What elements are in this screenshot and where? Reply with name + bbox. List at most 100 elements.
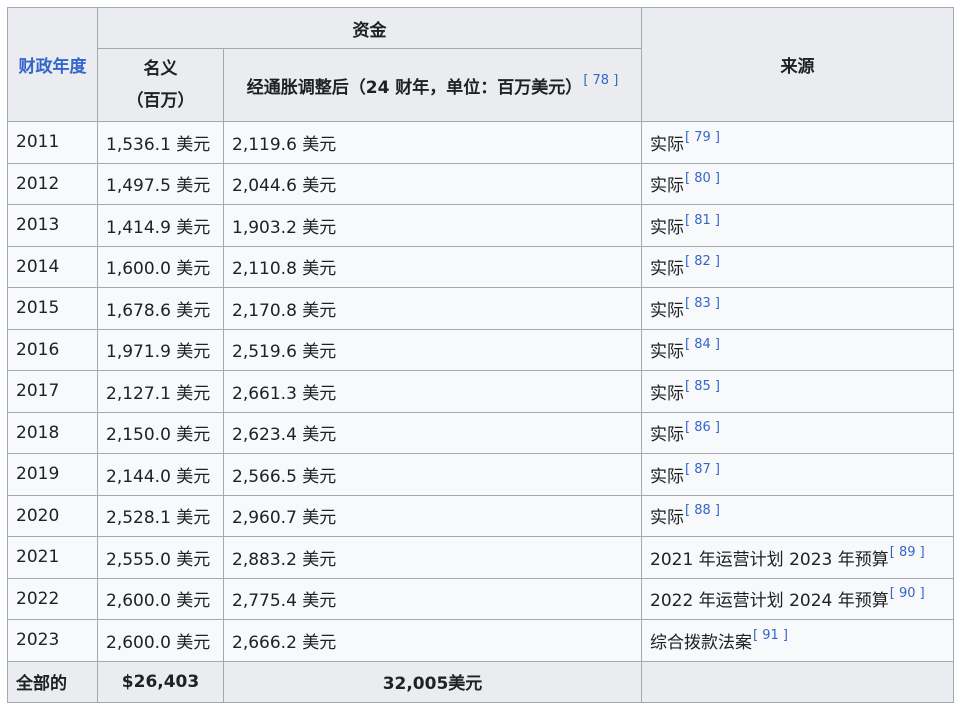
reference-link[interactable]: [ 91 ] [753,628,788,643]
source-text: 实际 [650,383,684,404]
year-cell: 2020 [7,494,98,537]
table-row: 2012 1,497.5 美元 2,044.6 美元 实际[ 80 ] [7,162,954,205]
source-text: 实际 [650,217,684,238]
adjusted-cell: 2,623.4 美元 [223,411,642,454]
table-row: 2016 1,971.9 美元 2,519.6 美元 实际[ 84 ] [7,328,954,371]
adjusted-cell: 2,119.6 美元 [223,121,642,164]
source-text: 2022 年运营计划 2024 年预算 [650,591,889,612]
reference-link[interactable]: [ 88 ] [685,503,720,518]
total-adjusted: 32,005美元 [223,660,642,703]
year-cell: 2013 [7,204,98,247]
adjusted-cell: 2,775.4 美元 [223,577,642,620]
source-cell: 实际[ 82 ] [641,245,954,288]
table-row: 2022 2,600.0 美元 2,775.4 美元 2022 年运营计划 2024 … [7,577,954,620]
adjusted-cell: 2,170.8 美元 [223,287,642,330]
reference-link[interactable]: [ 85 ] [685,379,720,394]
source-cell: 2021 年运营计划 2023 年预算[ 89 ] [641,536,954,579]
table-row: 2021 2,555.0 美元 2,883.2 美元 2021 年运营计划 2023 … [7,536,954,579]
source-cell: 实际[ 83 ] [641,287,954,330]
adjusted-cell: 2,666.2 美元 [223,619,642,662]
table-row: 2013 1,414.9 美元 1,903.2 美元 实际[ 81 ] [7,204,954,247]
source-text: 实际 [650,134,684,155]
table-row: 2023 2,600.0 美元 2,666.2 美元 综合拨款法案[ 91 ] [7,619,954,662]
nominal-cell: 2,144.0 美元 [97,453,224,496]
table-row: 2019 2,144.0 美元 2,566.5 美元 实际[ 87 ] [7,453,954,496]
reference-link[interactable]: [ 83 ] [685,296,720,311]
adjusted-cell: 1,903.2 美元 [223,204,642,247]
year-cell: 2019 [7,453,98,496]
adjusted-cell: 2,044.6 美元 [223,162,642,205]
nominal-cell: 1,414.9 美元 [97,204,224,247]
adjusted-label: 经通胀调整后（24 财年，单位：百万美元） [246,77,583,98]
adjusted-cell: 2,960.7 美元 [223,494,642,537]
year-cell: 2016 [7,328,98,371]
source-text: 实际 [650,508,684,529]
total-source-empty [641,660,954,703]
adjusted-cell: 2,661.3 美元 [223,370,642,413]
table-row: 2017 2,127.1 美元 2,661.3 美元 实际[ 85 ] [7,370,954,413]
table-row: 2018 2,150.0 美元 2,623.4 美元 实际[ 86 ] [7,411,954,454]
nominal-cell: 1,971.9 美元 [97,328,224,371]
table-row: 2015 1,678.6 美元 2,170.8 美元 实际[ 83 ] [7,287,954,330]
reference-link[interactable]: [ 82 ] [685,254,720,269]
year-cell: 2015 [7,287,98,330]
source-cell: 实际[ 84 ] [641,328,954,371]
year-cell: 2014 [7,245,98,288]
nominal-cell: 2,555.0 美元 [97,536,224,579]
source-cell: 综合拨款法案[ 91 ] [641,619,954,662]
reference-link[interactable]: [ 89 ] [890,545,925,560]
source-cell: 实际[ 86 ] [641,411,954,454]
year-cell: 2022 [7,577,98,620]
nominal-cell: 1,678.6 美元 [97,287,224,330]
source-text: 实际 [650,176,684,197]
year-cell: 2011 [7,121,98,164]
reference-link[interactable]: [ 79 ] [685,130,720,145]
nominal-cell: 2,150.0 美元 [97,411,224,454]
reference-link[interactable]: [ 81 ] [685,213,720,228]
adjusted-cell: 2,110.8 美元 [223,245,642,288]
reference-link[interactable]: [ 80 ] [685,171,720,186]
source-text: 实际 [650,466,684,487]
fiscal-year-link[interactable]: 财政年度 [19,57,87,77]
year-cell: 2012 [7,162,98,205]
table-row: 2014 1,600.0 美元 2,110.8 美元 实际[ 82 ] [7,245,954,288]
table-row: 2011 1,536.1 美元 2,119.6 美元 实际[ 79 ] [7,121,954,164]
funding-header: 资金 [97,7,642,49]
nominal-cell: 2,600.0 美元 [97,577,224,620]
fiscal-year-header[interactable]: 财政年度 [7,7,98,122]
adjusted-cell: 2,519.6 美元 [223,328,642,371]
source-cell: 实际[ 88 ] [641,494,954,537]
source-cell: 实际[ 79 ] [641,121,954,164]
source-cell: 实际[ 81 ] [641,204,954,247]
nominal-cell: 1,600.0 美元 [97,245,224,288]
reference-link[interactable]: [ 90 ] [890,586,925,601]
reference-link[interactable]: [ 84 ] [685,337,720,352]
nominal-label: 名义 [143,59,178,79]
source-cell: 实际[ 87 ] [641,453,954,496]
nominal-unit: （百万） [126,91,195,111]
funding-table: 财政年度 资金 来源 名义 （百万） 经通胀调整后（24 财年，单位：百万美元）… [7,7,954,703]
source-text: 实际 [650,300,684,321]
nominal-cell: 2,127.1 美元 [97,370,224,413]
source-text: 实际 [650,342,684,363]
source-text: 实际 [650,425,684,446]
reference-link[interactable]: [ 87 ] [685,462,720,477]
nominal-cell: 2,600.0 美元 [97,619,224,662]
nominal-header: 名义 （百万） [97,48,224,122]
source-text: 2021 年运营计划 2023 年预算 [650,549,889,570]
nominal-cell: 1,536.1 美元 [97,121,224,164]
year-cell: 2023 [7,619,98,662]
source-cell: 实际[ 80 ] [641,162,954,205]
adjusted-cell: 2,566.5 美元 [223,453,642,496]
source-text: 综合拨款法案 [650,632,752,653]
total-label: 全部的 [7,660,98,703]
source-header: 来源 [641,7,954,122]
year-cell: 2017 [7,370,98,413]
reference-link[interactable]: [ 86 ] [685,420,720,435]
table-row: 2020 2,528.1 美元 2,960.7 美元 实际[ 88 ] [7,494,954,537]
year-cell: 2021 [7,536,98,579]
adjusted-cell: 2,883.2 美元 [223,536,642,579]
adjusted-ref-link[interactable]: [ 78 ] [583,73,618,88]
total-row: 全部的 $26,403 32,005美元 [7,660,954,703]
source-cell: 实际[ 85 ] [641,370,954,413]
